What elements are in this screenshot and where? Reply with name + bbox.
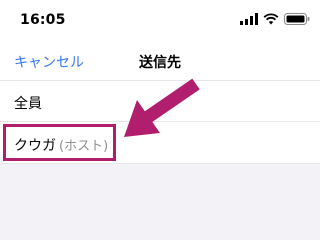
- recipient-label: クウガ (ホスト): [14, 135, 108, 155]
- battery-icon: [284, 13, 310, 25]
- status-icons: [240, 13, 310, 25]
- host-suffix: (ホスト): [59, 139, 109, 154]
- recipient-row-host[interactable]: クウガ (ホスト): [0, 122, 320, 164]
- status-time: 16:05: [20, 12, 66, 28]
- recipient-row-all[interactable]: 全員: [0, 80, 320, 122]
- status-bar: 16:05: [0, 0, 320, 42]
- wifi-icon: [263, 13, 279, 25]
- recipient-label: 全員: [14, 96, 42, 112]
- recipient-name: クウガ: [14, 138, 56, 154]
- page-title: 送信先: [139, 55, 181, 71]
- signal-icon: [240, 13, 258, 25]
- navigation-bar: キャンセル 送信先: [0, 42, 320, 80]
